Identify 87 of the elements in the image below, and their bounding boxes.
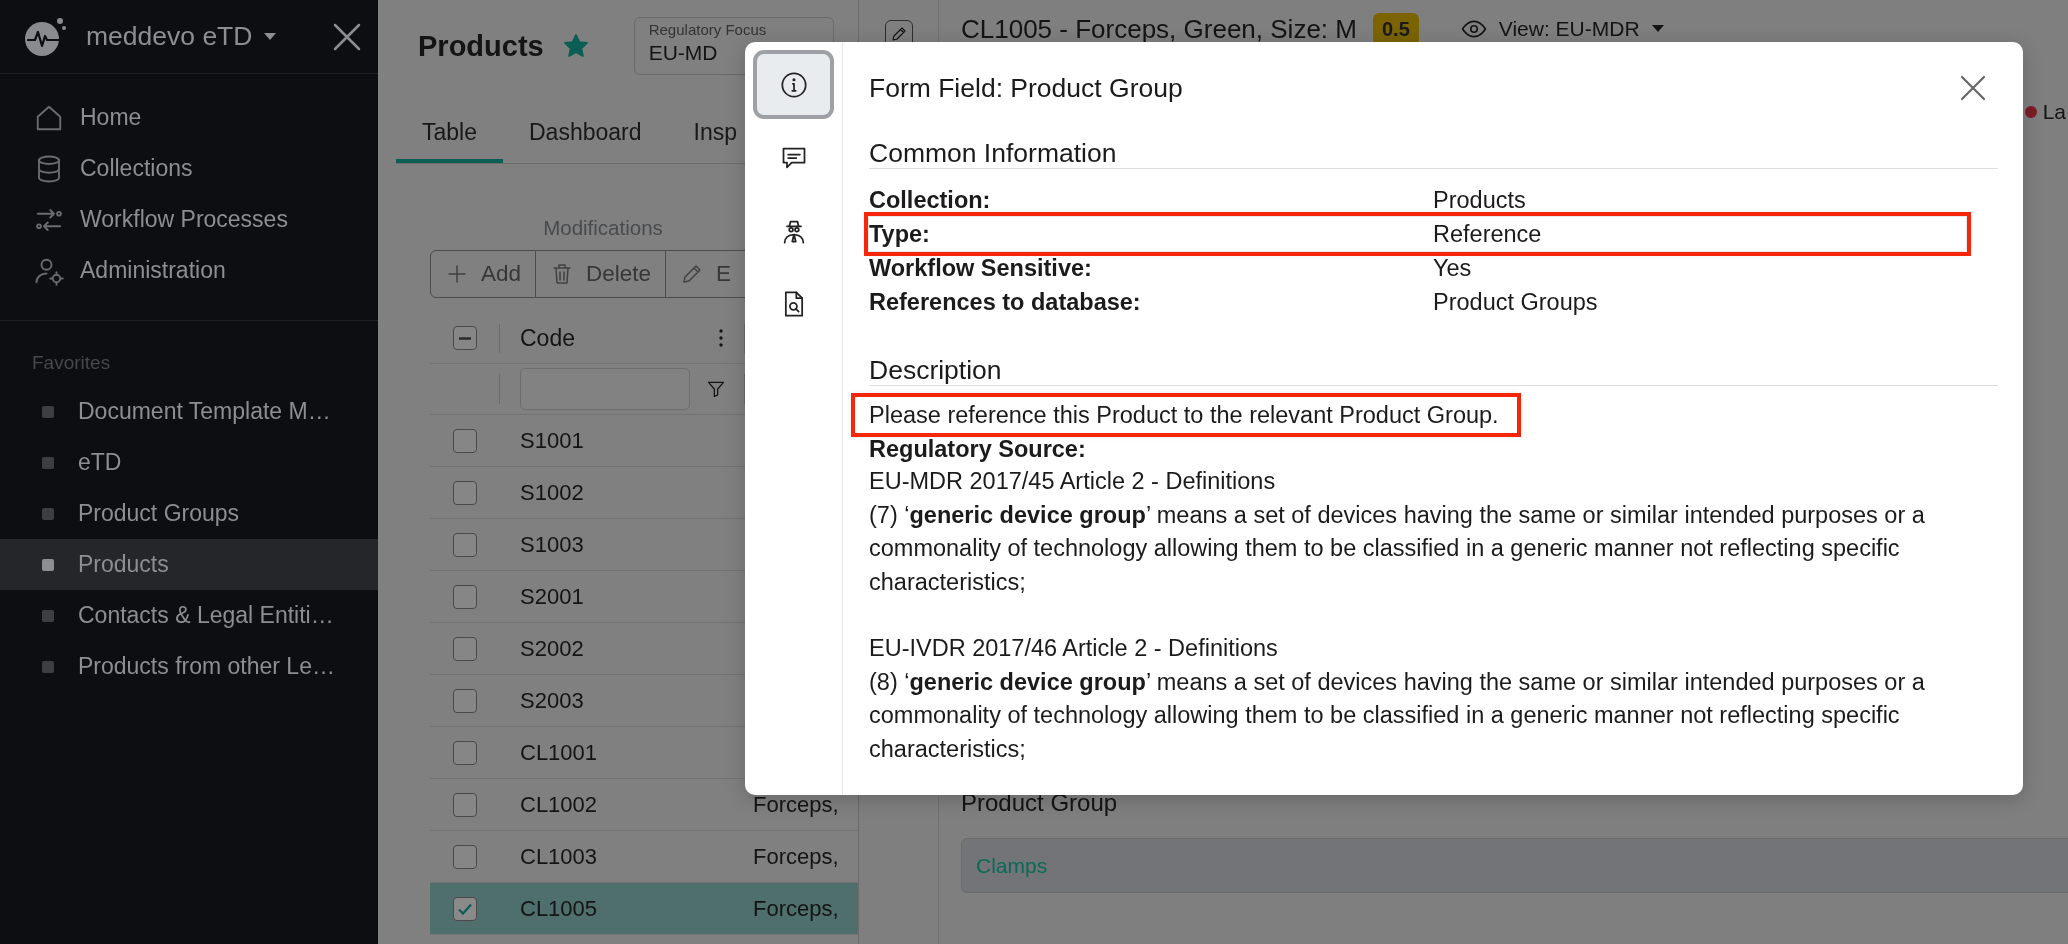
- minus-icon: [457, 337, 472, 340]
- square-bullet-icon: [42, 558, 54, 571]
- source-title: EU-IVDR 2017/46 Article 2 - Definitions: [869, 634, 1279, 663]
- status-label: La: [2042, 100, 2066, 124]
- source-title: EU-MDR 2017/45 Article 2 - Definitions: [869, 467, 1277, 496]
- close-icon: [332, 21, 362, 52]
- checkbox[interactable]: [453, 636, 477, 661]
- square-bullet-icon: [42, 405, 54, 418]
- checkbox[interactable]: [453, 896, 477, 921]
- close-icon: [1960, 75, 1986, 101]
- toolbar-button[interactable]: Delete: [535, 250, 667, 298]
- definition-text: (7) ‘generic device group’ means a set of devices having the same or similar intended purposes or a commonality of technology allowing them to be classified in a generic manner not reflecting specific characteristics;: [869, 500, 1926, 597]
- favorite-item[interactable]: Contacts & Legal Entiti…: [0, 590, 378, 641]
- square-bullet-icon: [42, 609, 54, 622]
- table-cell: S1001: [520, 427, 584, 454]
- table-cell: CL1001: [520, 739, 598, 766]
- nav-item[interactable]: Administration: [0, 245, 378, 296]
- caret-down-icon: [264, 32, 277, 41]
- section-heading: Description: [869, 355, 1998, 386]
- table-cell: S2002: [520, 635, 584, 662]
- definition-text: (8) ‘generic device group’ means a set of devices having the same or similar intended purposes or a commonality of technology allowing them to be classified in a generic manner not reflecting specific characteristics;: [869, 667, 1926, 764]
- nav-item[interactable]: Workflow Processes: [0, 194, 378, 245]
- property-label: Workflow Sensitive:: [869, 254, 1093, 283]
- table-cell: S1002: [520, 479, 584, 506]
- status-dot: [2024, 106, 2037, 118]
- close-sidebar-button[interactable]: [332, 21, 362, 52]
- close-button[interactable]: [1960, 75, 1986, 101]
- table-cell: CL1003: [520, 843, 598, 870]
- checkbox[interactable]: [453, 792, 477, 817]
- toolbar-button[interactable]: Add: [430, 250, 537, 298]
- favorite-item[interactable]: Products: [0, 539, 378, 590]
- property-value: Yes: [1433, 254, 1472, 283]
- property-value: Product Groups: [1433, 288, 1598, 317]
- checkbox[interactable]: [453, 844, 477, 869]
- property-label: References to database:: [869, 288, 1142, 317]
- tab[interactable]: Insp: [667, 105, 763, 163]
- section-heading: Common Information: [869, 138, 1998, 169]
- pencil-icon: [889, 25, 908, 43]
- rail-tab[interactable]: [753, 50, 834, 119]
- favorite-item[interactable]: Product Groups: [0, 488, 378, 539]
- favorite-item[interactable]: eTD: [0, 437, 378, 488]
- table-cell: S1003: [520, 531, 584, 558]
- nav-item[interactable]: Home: [0, 92, 378, 143]
- field-label: Product Group: [961, 790, 1119, 816]
- table-cell: Forceps,: [753, 791, 839, 818]
- property-label: Type:: [869, 220, 931, 249]
- filter-icon: [706, 379, 726, 399]
- dialog-title: Form Field: Product Group: [869, 72, 1183, 104]
- checkbox[interactable]: [453, 688, 477, 713]
- square-bullet-icon: [42, 507, 54, 520]
- tab[interactable]: Table: [396, 105, 503, 163]
- kebab-menu-icon: [718, 328, 724, 349]
- property-label: Collection:: [869, 186, 992, 215]
- tab[interactable]: Dashboard: [503, 105, 668, 163]
- table-row[interactable]: CL1005 Forceps,: [430, 883, 858, 935]
- checkbox[interactable]: [453, 480, 477, 505]
- property-value: Reference: [1433, 220, 1542, 249]
- page-title: Products: [418, 29, 544, 63]
- record-title: CL1005 - Forceps, Green, Size: M: [961, 14, 1357, 44]
- table-cell: Forceps,: [753, 895, 839, 922]
- nav-item[interactable]: Collections: [0, 143, 378, 194]
- caret-down-icon: [1651, 25, 1664, 33]
- field-label: Regulatory Focus: [648, 21, 768, 38]
- square-bullet-icon: [42, 456, 54, 469]
- favorite-item[interactable]: Document Template M…: [0, 386, 378, 437]
- checkbox[interactable]: [452, 326, 477, 351]
- source-label: Regulatory Source:: [869, 435, 1087, 464]
- info-icon: [779, 70, 808, 99]
- table-cell: CL1002: [520, 791, 598, 818]
- section-heading: Favorites: [31, 351, 112, 375]
- favorite-item[interactable]: Products from other Le…: [0, 641, 378, 692]
- checkbox[interactable]: [453, 532, 477, 557]
- plus-icon: [445, 262, 469, 286]
- table-cell: S2003: [520, 687, 584, 714]
- toolbar-label: Modifications: [542, 216, 664, 240]
- view-dropdown[interactable]: View: EU-MDR: [1460, 16, 1664, 42]
- property-value: Products: [1433, 186, 1526, 215]
- checkbox[interactable]: [453, 584, 477, 609]
- square-bullet-icon: [42, 660, 54, 673]
- column-header[interactable]: Code: [520, 325, 575, 352]
- field-value: EU-MD: [648, 41, 719, 65]
- checkbox[interactable]: [453, 428, 477, 453]
- table-cell: CL1005: [520, 895, 598, 922]
- table-cell: Forceps,: [753, 843, 839, 870]
- check-icon: [458, 902, 472, 915]
- checkbox[interactable]: [453, 740, 477, 765]
- table-cell: S2001: [520, 583, 584, 610]
